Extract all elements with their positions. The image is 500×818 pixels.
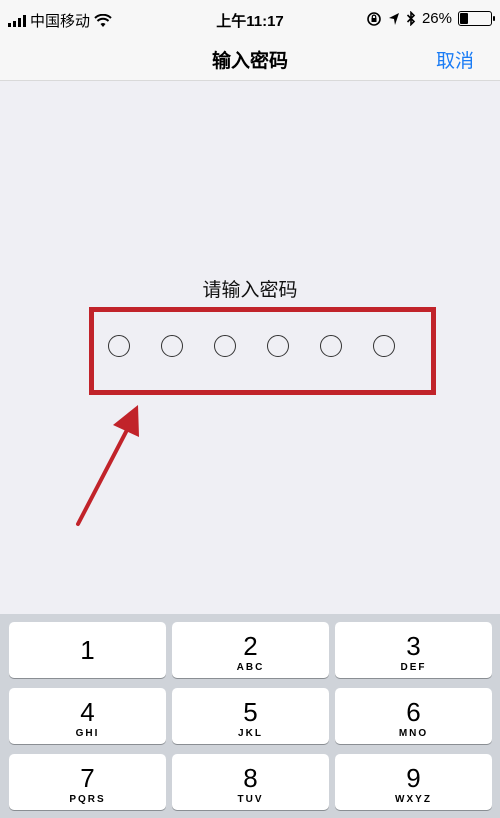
key-7[interactable]: 7 PQRS <box>9 754 166 810</box>
key-number: 4 <box>80 697 95 727</box>
key-8[interactable]: 8 TUV <box>172 754 329 810</box>
key-number: 6 <box>406 697 421 727</box>
key-letters: DEF <box>400 662 427 673</box>
key-letters: PQRS <box>69 794 106 805</box>
key-number: 8 <box>243 763 258 793</box>
key-3[interactable]: 3 DEF <box>335 622 492 678</box>
key-number: 5 <box>243 697 258 727</box>
key-number: 3 <box>406 631 421 661</box>
key-letters: ABC <box>236 662 265 673</box>
key-number: 7 <box>80 763 95 793</box>
key-letters: GHI <box>75 728 100 739</box>
key-1[interactable]: 1 <box>9 622 166 678</box>
key-6[interactable]: 6 MNO <box>335 688 492 744</box>
numeric-keypad: 1 2 ABC 3 DEF 4 GHI 5 JKL 6 MNO 7 PQRS 8… <box>0 614 500 818</box>
key-letters: JKL <box>238 728 263 739</box>
key-2[interactable]: 2 ABC <box>172 622 329 678</box>
key-letters: WXYZ <box>395 794 432 805</box>
key-5[interactable]: 5 JKL <box>172 688 329 744</box>
key-letters: TUV <box>237 794 264 805</box>
key-letters: MNO <box>398 728 429 739</box>
key-number: 1 <box>80 635 95 665</box>
key-4[interactable]: 4 GHI <box>9 688 166 744</box>
key-9[interactable]: 9 WXYZ <box>335 754 492 810</box>
key-number: 9 <box>406 763 421 793</box>
key-number: 2 <box>243 631 258 661</box>
